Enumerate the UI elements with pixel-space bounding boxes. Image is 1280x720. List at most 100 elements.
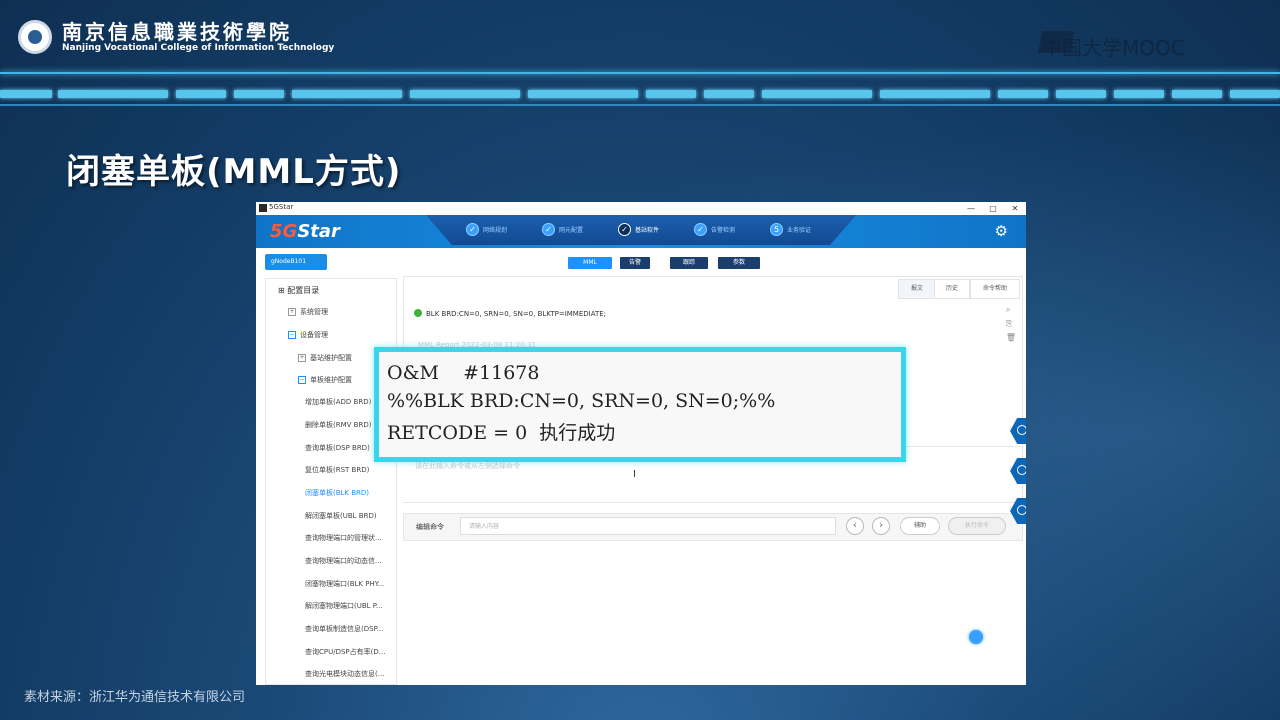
tree-item-ubl-phy[interactable]: 解闭塞物理端口(UBL P... [305,601,383,611]
tree-item-bts-maint[interactable]: + 基站维护配置 [298,353,352,363]
school-name-en: Nanjing Vocational College of Informatio… [62,43,335,53]
copy-icon[interactable]: ⎘ [1006,317,1016,331]
tree-item-rst-brd[interactable]: 复位单板(RST BRD) [305,465,369,475]
tree-root-label: 配置目录 [287,286,320,295]
close-button[interactable]: ✕ [1004,202,1026,215]
rail-segment [234,90,284,98]
result-row[interactable]: BLK BRD:CN=0, SRN=0, SN=0, BLKTP=IMMEDIA… [414,309,606,318]
slide-title: 闭塞单板(MML方式) [66,152,402,192]
trash-icon[interactable]: 🗑 [1006,331,1016,345]
report-header-line: O&M #11678 [387,362,540,384]
minimize-button[interactable]: — [960,202,982,215]
rail-segment [646,90,696,98]
success-icon [414,309,422,317]
collapse-icon[interactable]: − [298,376,306,384]
school-logo-icon [18,20,52,54]
check-icon: ✓ [542,223,555,236]
maximize-button[interactable]: ▢ [982,202,1004,215]
tree-item-port-dyn[interactable]: 查询物理端口的动态信... [305,556,382,566]
panel-tools: ⌕ ⎘ 🗑 [1006,303,1016,345]
wizard-step-label: 业务验证 [787,227,812,234]
wizard-step-label: 网络规划 [483,227,508,234]
tab-history[interactable]: 历史 [934,279,970,299]
rail-bottom-line [0,104,1280,106]
wizard-step-label: 告警检测 [711,227,736,234]
app-brand: 5GStar [270,221,340,242]
mooc-watermark: 中国大学MOOC [1042,36,1185,60]
command-label: 编辑命令 [416,523,444,531]
wizard-step-label: 基站软件 [635,227,660,234]
brand-prefix: 5G [270,221,298,242]
school-name-cn: 南京信息職業技術學院 [62,20,292,44]
material-source: 素材来源：浙江华为通信技术有限公司 [24,690,246,705]
result-command: BLK BRD:CN=0, SRN=0, SN=0, BLKTP=IMMEDIA… [426,310,607,318]
tree-item-cpu-usage[interactable]: 查询CPU/DSP占有率(D... [305,647,385,657]
window-title: 5GStar [269,203,294,211]
tab-trace[interactable]: 跟踪 [670,257,708,269]
rail-segment [1056,90,1106,98]
step-number-icon: 5 [770,223,783,236]
tree-item-optical[interactable]: 查询光电模块动态信息(... [305,669,384,679]
text-cursor-icon: I [633,469,636,480]
expand-icon[interactable]: + [288,308,296,316]
tree-item-label: 设备管理 [300,331,328,339]
rail-segment [1230,90,1280,98]
check-icon: ✓ [694,223,707,236]
rail-segment [176,90,226,98]
rail-segment [0,90,52,98]
tab-params[interactable]: 参数 [718,257,760,269]
tab-alarm[interactable]: 告警 [620,257,650,269]
chat-icon[interactable] [969,630,983,644]
tree-item-port-admin[interactable]: 查询物理端口的管理状... [305,533,382,543]
command-hint: 请在此输入命令或从左侧选择命令 [415,462,520,470]
command-bar: 编辑命令 请输入内容 ‹ › 辅助 执行命令 [403,513,1023,541]
rail-segment [292,90,402,98]
decorative-rail [0,72,1280,110]
brand-suffix: Star [297,221,340,242]
report-retcode-line: RETCODE = 0 执行成功 [387,422,616,444]
report-command-line: %%BLK BRD:CN=0, SRN=0, SN=0;%% [387,390,776,412]
slide-header: 南京信息職業技術學院 Nanjing Vocational College of… [0,0,1280,72]
assist-button[interactable]: 辅助 [900,517,940,535]
tree-item-board-maint[interactable]: − 单板维护配置 [298,375,352,385]
gear-icon[interactable]: ⚙ [995,222,1008,240]
collapse-icon[interactable]: − [288,331,296,339]
tree-item-system[interactable]: + 系统管理 [288,307,328,317]
tree-item-blk-brd[interactable]: 闭塞单板(BLK BRD) [305,488,369,498]
command-input[interactable]: 请输入内容 [460,517,836,535]
rail-segment [998,90,1048,98]
tab-report[interactable]: 报文 [898,279,936,299]
tree-item-rmv-brd[interactable]: 删除单板(RMV BRD) [305,420,371,430]
tab-mml[interactable]: MML [568,257,612,269]
prev-button[interactable]: ‹ [846,517,864,535]
rail-segment [1172,90,1222,98]
node-selector-button[interactable]: gNodeB101 [265,254,327,270]
rail-segment [58,90,168,98]
tree-item-device[interactable]: − 设备管理 [288,330,328,340]
config-tree: ⊞ 配置目录 + 系统管理 − 设备管理 + 基站维护配置 − 单板维护配置 增加单板(… [265,278,397,685]
tree-item-label: 系统管理 [300,308,328,316]
tree-item-blk-phy[interactable]: 闭塞物理端口(BLK PHY... [305,579,384,589]
tree-item-add-brd[interactable]: 增加单板(ADD BRD) [305,397,371,407]
check-icon: ✓ [618,223,631,236]
rail-segment [762,90,872,98]
expand-icon[interactable]: + [298,354,306,362]
tree-item-label: 单板维护配置 [310,376,352,384]
search-icon[interactable]: ⌕ [1006,303,1016,317]
tree-item-dsp-brd[interactable]: 查询单板(DSP BRD) [305,443,370,453]
wizard-step-label: 网元配置 [559,227,584,234]
wizard-steps: ✓ 网络规划 ✓ 网元配置 ✓ 基站软件 ✓ 告警检测 5 业务验证 [426,215,856,245]
rail-segment [410,90,520,98]
rail-segment [528,90,638,98]
tree-root[interactable]: ⊞ 配置目录 [278,285,319,296]
result-highlight-box: O&M #11678 %%BLK BRD:CN=0, SRN=0, SN=0;%… [374,347,906,462]
tree-item-ubl-brd[interactable]: 解闭塞单板(UBL BRD) [305,511,377,521]
rail-segment [880,90,990,98]
tree-item-mfg-info[interactable]: 查询单板制造信息(DSP... [305,624,383,634]
next-button[interactable]: › [872,517,890,535]
execute-button[interactable]: 执行命令 [948,517,1006,535]
app-icon [259,204,267,212]
check-icon: ✓ [466,223,479,236]
rail-segment [704,90,754,98]
tab-command-help[interactable]: 命令帮助 [970,279,1020,299]
